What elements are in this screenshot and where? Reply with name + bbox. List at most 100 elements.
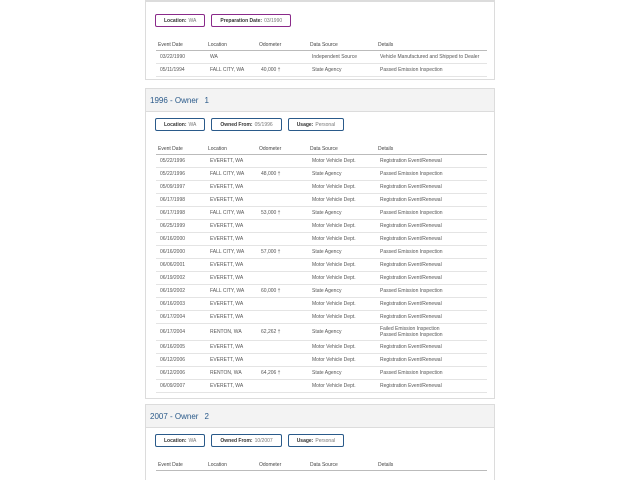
col-odometer: Odometer — [257, 460, 308, 471]
table-row: 06/06/2001 EVERETT, WA Motor Vehicle Dept.… — [156, 258, 487, 272]
owner-heading: 2007 - Owner 2 — [146, 405, 494, 427]
pill-label: Owned From: — [220, 121, 253, 128]
odometer-cell — [257, 50, 308, 64]
details-cell: Passed Emission Inspection — [376, 245, 487, 259]
table-row: 06/17/2004 EVERETT, WA Motor Vehicle Dept.… — [156, 310, 487, 324]
data-source-cell: Motor Vehicle Dept. — [308, 310, 376, 324]
location-cell: WA — [206, 50, 257, 64]
location-cell: EVERETT, WA — [206, 232, 257, 246]
location-cell: EVERETT, WA — [206, 154, 257, 168]
owned-from-pill[interactable]: Owned From: 10/2007 — [211, 434, 282, 447]
table-row: 06/16/2000 EVERETT, WA Motor Vehicle Dept.… — [156, 232, 487, 246]
event-date-cell: 06/16/2000 — [156, 232, 206, 246]
owner-heading: 1996 - Owner 1 — [146, 89, 494, 111]
data-source-cell: Motor Vehicle Dept. — [308, 353, 376, 367]
history-table: Event Date Location Odometer Data Source… — [156, 460, 487, 471]
odometer-cell — [257, 353, 308, 367]
table-row: 06/12/2006 RENTON, WA 64,206 † State Agency… — [156, 366, 487, 380]
data-source-cell: Motor Vehicle Dept. — [308, 180, 376, 194]
table-row: 06/17/1998 EVERETT, WA Motor Vehicle Dept.… — [156, 193, 487, 207]
pill-label: Usage: — [296, 437, 314, 444]
data-source-cell: Motor Vehicle Dept. — [308, 297, 376, 311]
pill-value: Personal — [315, 121, 336, 128]
odometer-cell — [257, 154, 308, 168]
data-source-cell: State Agency — [308, 206, 376, 220]
details-cell: Passed Emission Inspection — [376, 167, 487, 181]
event-date-cell: 06/12/2006 — [156, 366, 206, 380]
col-odometer: Odometer — [257, 144, 308, 155]
data-source-cell: Motor Vehicle Dept. — [308, 379, 376, 393]
location-cell: EVERETT, WA — [206, 340, 257, 354]
table-header-row: Event Date Location Odometer Data Source… — [156, 144, 487, 155]
data-source-cell: State Agency — [308, 63, 376, 77]
data-source-cell: State Agency — [308, 366, 376, 380]
event-date-cell: 06/06/2001 — [156, 258, 206, 272]
owner-pills: Location: WA Owned From: 10/2007 Usage: Per… — [155, 434, 345, 447]
table-row: 06/16/2003 EVERETT, WA Motor Vehicle Dept.… — [156, 297, 487, 311]
table-row: 06/16/2000 FALL CITY, WA 57,000 † State Age… — [156, 245, 487, 259]
usage-pill[interactable]: Usage: Personal — [287, 118, 345, 131]
owner-number: 1 — [204, 95, 209, 105]
col-data-source: Data Source — [308, 460, 376, 471]
location-cell: EVERETT, WA — [206, 193, 257, 207]
table-row: 05/22/1996 FALL CITY, WA 48,000 † State Age… — [156, 167, 487, 181]
details-cell: Registration Event/Renewal — [376, 258, 487, 272]
details-cell: Passed Emission Inspection — [376, 366, 487, 380]
details-cell: Registration Event/Renewal — [376, 193, 487, 207]
col-event-date: Event Date — [156, 40, 206, 51]
owned-from-pill[interactable]: Owned From: 05/1996 — [211, 118, 282, 131]
location-cell: RENTON, WA — [206, 323, 257, 341]
col-location: Location — [206, 144, 257, 155]
odometer-cell — [257, 219, 308, 233]
col-data-source: Data Source — [308, 144, 376, 155]
usage-pill[interactable]: Usage: Personal — [287, 434, 345, 447]
event-date-cell: 06/17/2004 — [156, 323, 206, 341]
details-cell: Registration Event/Renewal — [376, 379, 487, 393]
odometer-cell: 48,000 † — [257, 167, 308, 181]
pill-value: 05/1996 — [254, 121, 273, 128]
details-cell: Passed Emission Inspection — [376, 63, 487, 77]
owner-pills: Location: WA Owned From: 05/1996 Usage: Per… — [155, 118, 345, 131]
location-cell: EVERETT, WA — [206, 379, 257, 393]
event-date-cell: 06/17/2004 — [156, 310, 206, 324]
odometer-cell: 60,000 † — [257, 284, 308, 298]
details-cell: Registration Event/Renewal — [376, 271, 487, 285]
event-date-cell: 05/09/1997 — [156, 180, 206, 194]
location-cell: EVERETT, WA — [206, 219, 257, 233]
col-event-date: Event Date — [156, 460, 206, 471]
event-date-cell: 06/09/2007 — [156, 379, 206, 393]
table-row: 05/22/1996 EVERETT, WA Motor Vehicle Dept.… — [156, 154, 487, 168]
odometer-cell: 57,000 † — [257, 245, 308, 259]
location-pill[interactable]: Location: WA — [155, 14, 206, 27]
manufacture-record-card: Location: WA Preparation Date: 03/1990 Eve… — [145, 0, 495, 80]
odometer-cell — [257, 258, 308, 272]
history-table: Event Date Location Odometer Data Source… — [156, 144, 487, 393]
pill-label: Location: — [164, 437, 187, 444]
location-cell: FALL CITY, WA — [206, 167, 257, 181]
owner-number: 2 — [204, 411, 209, 421]
details-cell: Passed Emission Inspection — [376, 206, 487, 220]
data-source-cell: State Agency — [308, 245, 376, 259]
data-source-cell: Motor Vehicle Dept. — [308, 340, 376, 354]
details-cell: Registration Event/Renewal — [376, 310, 487, 324]
data-source-cell: State Agency — [308, 167, 376, 181]
pill-label: Owned From: — [220, 437, 253, 444]
pill-label: Usage: — [296, 121, 314, 128]
owner-1-card: 1996 - Owner 1 Location: WA Owned From: 05… — [145, 88, 495, 399]
details-cell: Registration Event/Renewal — [376, 297, 487, 311]
table-row: 06/17/1998 FALL CITY, WA 53,000 † State Age… — [156, 206, 487, 220]
event-date-cell: 06/17/1998 — [156, 206, 206, 220]
preparation-date-pill[interactable]: Preparation Date: 03/1990 — [211, 14, 292, 27]
event-date-cell: 03/22/1990 — [156, 50, 206, 64]
col-event-date: Event Date — [156, 144, 206, 155]
card-body: Location: WA Preparation Date: 03/1990 Eve… — [146, 1, 494, 79]
location-pill[interactable]: Location: WA — [155, 118, 206, 131]
location-cell: EVERETT, WA — [206, 180, 257, 194]
event-date-cell: 06/17/1998 — [156, 193, 206, 207]
data-source-cell: Motor Vehicle Dept. — [308, 219, 376, 233]
vehicle-history-page: Location: WA Preparation Date: 03/1990 Eve… — [0, 0, 640, 480]
data-source-cell: Motor Vehicle Dept. — [308, 271, 376, 285]
location-pill[interactable]: Location: WA — [155, 434, 206, 447]
odometer-cell — [257, 310, 308, 324]
location-cell: FALL CITY, WA — [206, 245, 257, 259]
